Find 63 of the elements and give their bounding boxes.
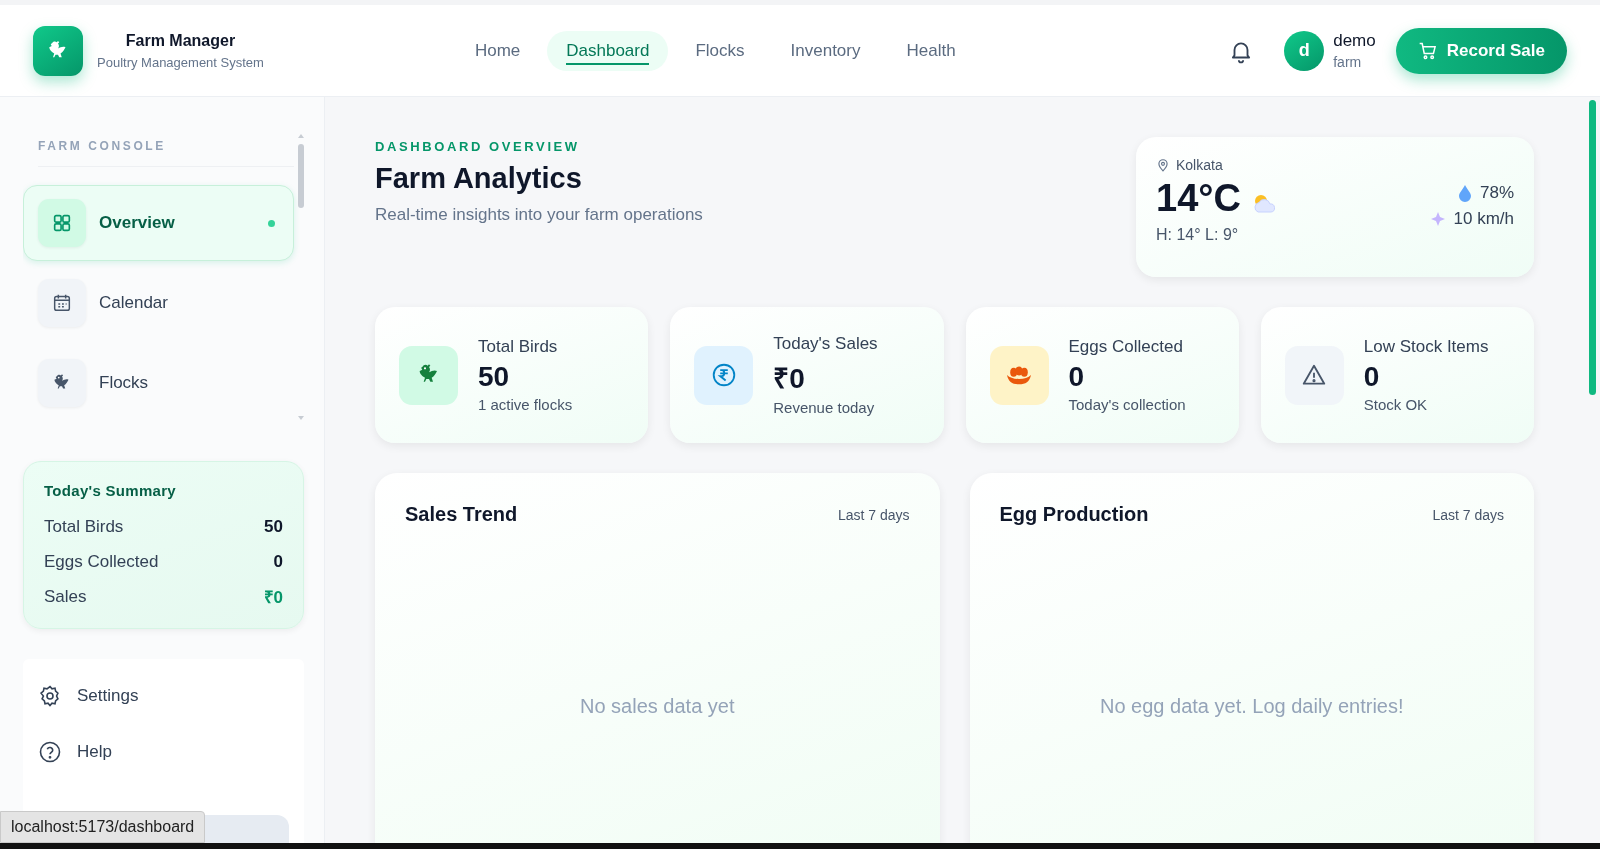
settings-icon	[38, 684, 62, 708]
stat-value: 0	[1363, 361, 1381, 393]
summary-label: Sales	[44, 586, 87, 607]
panel-title: Egg Production	[999, 503, 1149, 526]
high-low-temperature: H: 14° L: 9°	[1156, 226, 1240, 244]
app-subtitle: Poultry Management System	[97, 54, 264, 70]
weather-location: Kolkata	[1176, 157, 1223, 173]
page-title: Farm Analytics	[375, 162, 583, 195]
stat-note: Stock OK	[1363, 396, 1429, 413]
record-sale-button[interactable]: Record Sale	[1395, 27, 1567, 74]
date-range-label: Last 7 days	[1432, 506, 1504, 523]
page-subtitle: Real-time insights into your farm operations	[375, 205, 703, 225]
stat-label: Today's Sales	[773, 334, 878, 354]
water-drop-icon	[1457, 184, 1472, 202]
summary-label: Total Birds	[44, 516, 124, 537]
stat-value: 0	[1068, 361, 1086, 393]
logo[interactable]	[33, 25, 83, 76]
wind-speed: 10 km/h	[1453, 209, 1514, 229]
sidebar-item[interactable]: Overview	[23, 185, 294, 261]
user-name: demo	[1333, 31, 1376, 51]
stat-label: Eggs Collected	[1068, 337, 1184, 357]
grid-icon	[51, 212, 73, 234]
humidity-value: 78%	[1479, 183, 1514, 203]
stat-label: Low Stock Items	[1363, 337, 1489, 357]
summary-value: ₹0	[263, 587, 283, 608]
stat-value: 50	[478, 361, 511, 393]
summary-title: Today's Summary	[44, 482, 177, 499]
calendar-icon	[51, 292, 73, 314]
location-pin-icon	[1156, 158, 1170, 172]
warning-icon	[1301, 362, 1328, 388]
status-bar-url: localhost:5173/dashboard	[0, 811, 206, 843]
stat-value: ₹0	[773, 362, 806, 396]
nav-tab[interactable]: Dashboard	[547, 30, 669, 71]
cart-icon	[1417, 40, 1438, 61]
user-role: farm	[1333, 54, 1363, 70]
sidebar-link[interactable]: Help	[38, 733, 289, 771]
stat-label: Total Birds	[478, 337, 559, 357]
active-dot	[268, 219, 275, 227]
stat-note: Today's collection	[1068, 396, 1186, 413]
section-heading: FARM CONSOLE	[38, 139, 294, 167]
nav-tab[interactable]: Health	[887, 30, 975, 71]
nav-tab[interactable]: Inventory	[771, 30, 880, 71]
empty-state-message: No egg data yet. Log daily entries!	[1099, 695, 1405, 718]
summary-value: 50	[264, 516, 283, 537]
empty-state-message: No sales data yet	[579, 695, 736, 718]
date-range-label: Last 7 days	[837, 506, 910, 523]
panel-title: Sales Trend	[405, 503, 518, 526]
nav-tab[interactable]: Home	[455, 30, 540, 71]
nav-tab[interactable]: Flocks	[676, 30, 764, 71]
help-icon	[38, 740, 62, 764]
stat-note: Revenue today	[773, 399, 876, 416]
scrollbar-thumb[interactable]	[1589, 100, 1596, 395]
app-title: Farm Manager	[125, 31, 236, 50]
sidebar-item[interactable]: Calendar	[23, 265, 294, 341]
eyebrow-label: DASHBOARD OVERVIEW	[375, 139, 581, 154]
summary-label: Eggs Collected	[44, 551, 159, 572]
summary-value: 0	[273, 551, 283, 572]
temperature: 14°C	[1156, 177, 1241, 220]
rupee-icon	[710, 362, 737, 388]
sidebar-link[interactable]: Settings	[38, 677, 289, 715]
stat-note: 1 active flocks	[478, 396, 573, 413]
scrollbar[interactable]	[296, 132, 306, 422]
sidebar-item[interactable]: Flocks	[23, 345, 294, 421]
